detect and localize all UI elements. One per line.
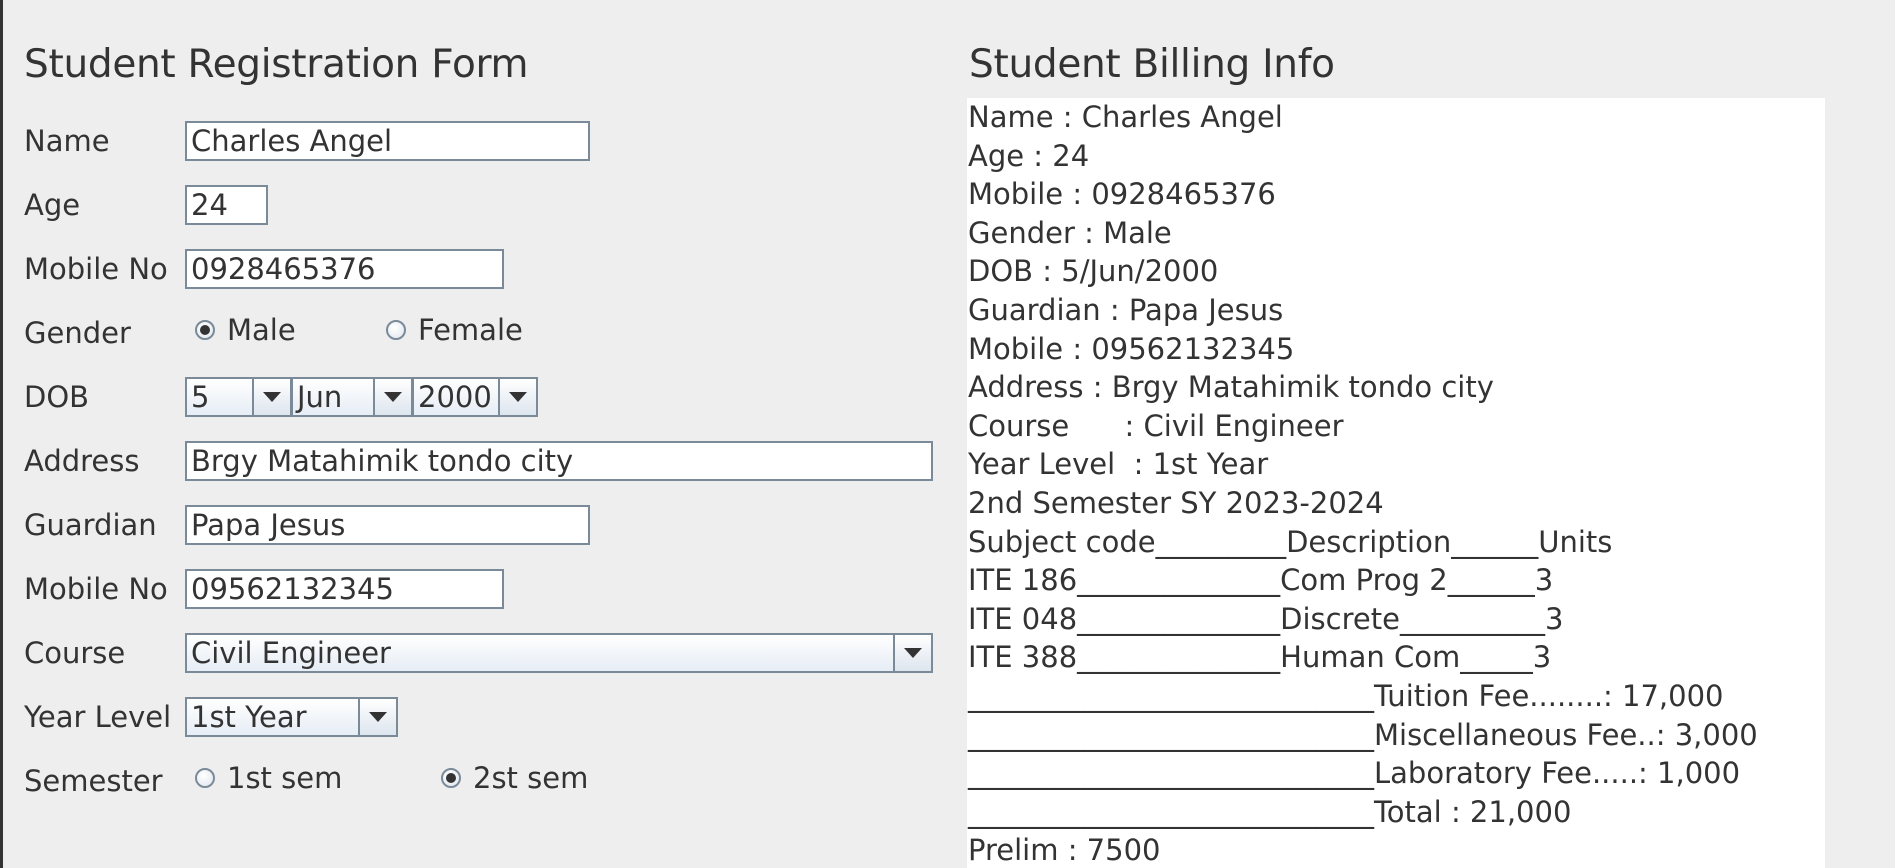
semester-first-radio[interactable]: 1st sem [195, 761, 342, 795]
chevron-down-icon[interactable] [373, 379, 411, 415]
guardian-field[interactable]: Papa Jesus [185, 505, 590, 545]
billing-line: ITE 048______________Discrete__________3 [968, 601, 1564, 636]
mobile-field[interactable]: 0928465376 [185, 249, 504, 289]
billing-line: ITE 186______________Com Prog 2______3 [968, 563, 1554, 598]
billing-line: Age : 24 [968, 138, 1090, 173]
billing-line: Mobile : 0928465376 [968, 177, 1276, 212]
billing-line: Address : Brgy Matahimik tondo city [968, 370, 1494, 405]
window-left-border [0, 0, 3, 868]
chevron-down-icon[interactable] [893, 635, 931, 671]
name-field[interactable]: Charles Angel [185, 121, 590, 161]
course-label: Course [24, 636, 126, 670]
chevron-down-icon[interactable] [358, 699, 396, 735]
gender-label: Gender [24, 316, 131, 350]
gender-female-label: Female [418, 313, 523, 347]
form-title: Student Registration Form [24, 42, 529, 87]
semester-first-label: 1st sem [227, 761, 343, 795]
chevron-down-icon[interactable] [498, 379, 536, 415]
dob-year-value: 2000 [418, 380, 492, 414]
semester-second-radio[interactable]: 2st sem [441, 761, 588, 795]
age-label: Age [24, 188, 81, 222]
billing-line: ____________________________Total : 21,0… [968, 794, 1572, 829]
billing-line: Gender : Male [968, 215, 1172, 250]
year-level-label: Year Level [24, 700, 172, 734]
billing-line: Course : Civil Engineer [968, 408, 1344, 443]
course-select[interactable]: Civil Engineer [185, 633, 933, 673]
year-level-value: 1st Year [191, 700, 307, 734]
billing-line: ITE 388______________Human Com_____3 [968, 640, 1552, 675]
billing-line: Guardian : Papa Jesus [968, 292, 1284, 327]
billing-line: Year Level : 1st Year [968, 447, 1269, 482]
radio-selected-icon [441, 768, 461, 788]
billing-line: Prelim : 7500 [968, 833, 1161, 868]
billing-line: ____________________________Miscellaneou… [968, 717, 1758, 752]
address-label: Address [24, 444, 140, 478]
age-field[interactable]: 24 [185, 185, 268, 225]
gender-male-label: Male [227, 313, 296, 347]
guardian-label: Guardian [24, 508, 157, 542]
billing-line: Subject code_________Description______Un… [968, 524, 1613, 559]
billing-line: Name : Charles Angel [968, 100, 1283, 134]
guardian-mobile-label: Mobile No [24, 572, 168, 606]
guardian-mobile-field[interactable]: 09562132345 [185, 569, 504, 609]
radio-unselected-icon [386, 320, 406, 340]
gender-male-radio[interactable]: Male [195, 313, 296, 347]
mobile-label: Mobile No [24, 252, 168, 286]
chevron-down-icon[interactable] [252, 379, 290, 415]
gender-female-radio[interactable]: Female [386, 313, 523, 347]
dob-month-value: Jun [297, 380, 343, 414]
billing-line: Mobile : 09562132345 [968, 331, 1295, 366]
semester-label: Semester [24, 764, 163, 798]
semester-second-label: 2st sem [473, 761, 589, 795]
billing-line: 2nd Semester SY 2023-2024 [968, 485, 1384, 520]
year-level-select[interactable]: 1st Year [185, 697, 398, 737]
name-label: Name [24, 124, 110, 158]
dob-day-value: 5 [191, 380, 210, 414]
radio-unselected-icon [195, 768, 215, 788]
dob-label: DOB [24, 380, 90, 414]
billing-text-area[interactable]: Name : Charles Angel Age : 24 Mobile : 0… [967, 98, 1825, 868]
billing-line: DOB : 5/Jun/2000 [968, 254, 1219, 289]
radio-selected-icon [195, 320, 215, 340]
billing-line: ____________________________Tuition Fee.… [968, 678, 1724, 713]
dob-month-select[interactable]: Jun [291, 377, 413, 417]
dob-day-select[interactable]: 5 [185, 377, 292, 417]
course-value: Civil Engineer [191, 636, 391, 670]
billing-title: Student Billing Info [969, 42, 1335, 87]
billing-line: ____________________________Laboratory F… [968, 756, 1741, 791]
address-field[interactable]: Brgy Matahimik tondo city [185, 441, 933, 481]
dob-year-select[interactable]: 2000 [412, 377, 538, 417]
